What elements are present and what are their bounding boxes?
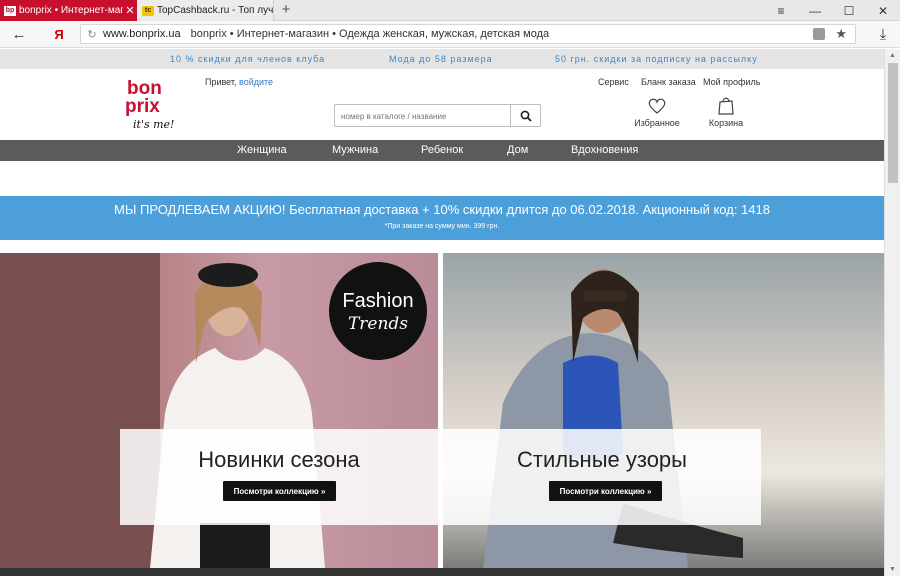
caption-new-season: Новинки сезона Посмотри коллекцию » [120, 429, 438, 525]
fashion-trends-badge[interactable]: Fashion Trends [329, 262, 427, 360]
category-nav: Женщина Мужчина Ребенок Дом Вдохновения [0, 140, 884, 161]
bonprix-logo[interactable]: bon prix it's me! [125, 77, 177, 133]
svg-text:it's me!: it's me! [133, 118, 174, 131]
new-tab-icon[interactable]: + [278, 1, 294, 18]
shopping-bag-icon [718, 97, 734, 115]
scroll-down-icon[interactable]: ▼ [889, 566, 896, 573]
scroll-up-icon[interactable]: ▲ [889, 52, 896, 59]
bookmark-star-icon[interactable]: ★ [835, 26, 847, 42]
my-profile-link[interactable]: Мой профиль [703, 77, 760, 87]
page-bottom-edge [0, 568, 884, 576]
nav-item-women[interactable]: Женщина [237, 144, 287, 156]
badge-line2: Trends [347, 314, 409, 334]
scrollbar-thumb[interactable] [888, 63, 898, 183]
view-collection-button[interactable]: Посмотри коллекцию » [223, 481, 336, 501]
hero-title: Стильные узоры [517, 447, 687, 472]
cart-button[interactable]: Корзина [701, 96, 751, 128]
nav-item-kids[interactable]: Ребенок [421, 144, 463, 156]
promo-banner[interactable]: МЫ ПРОДЛЕВАЕМ АКЦИЮ! Бесплатная доставка… [0, 196, 884, 240]
nav-item-inspiration[interactable]: Вдохновения [571, 144, 638, 156]
browser-toolbar: ← Я ↻ www.bonprix.ua bonprix • Интернет-… [0, 21, 900, 48]
caption-stylish-patterns: Стильные узоры Посмотри коллекцию » [443, 429, 761, 525]
protect-icon[interactable] [813, 28, 825, 40]
address-host: www.bonprix.ua [103, 28, 181, 40]
order-form-link[interactable]: Бланк заказа [641, 77, 696, 87]
search-button[interactable] [510, 105, 540, 126]
view-collection-button[interactable]: Посмотри коллекцию » [549, 481, 662, 501]
promo-newsletter[interactable]: 50 грн. скидки за подписку на рассылку [555, 54, 758, 64]
hero-stylish-patterns[interactable]: Стильные узоры Посмотри коллекцию » [443, 253, 884, 568]
back-arrow-icon[interactable]: ← [8, 24, 30, 44]
tab-close-icon[interactable]: ✕ [123, 4, 137, 17]
download-icon[interactable]: ⤓ [872, 24, 894, 44]
page-scrollbar[interactable]: ▲ ▼ [884, 49, 900, 576]
tab-title: TopCashback.ru - Топ лучши [157, 5, 273, 16]
menu-icon[interactable]: ≡ [764, 0, 798, 21]
search-input[interactable] [341, 109, 507, 123]
minimize-icon[interactable]: — [798, 0, 832, 21]
banner-footnote: *При заказе на сумму мин. 399 грн. [384, 223, 500, 230]
nav-item-men[interactable]: Мужчина [332, 144, 378, 156]
heart-icon [648, 98, 666, 114]
reload-icon[interactable]: ↻ [81, 28, 103, 41]
banner-text: МЫ ПРОДЛЕВАЕМ АКЦИЮ! Бесплатная доставка… [114, 202, 770, 217]
favorites-label: Избранное [634, 118, 680, 128]
maximize-icon[interactable]: ☐ [832, 0, 866, 21]
favorites-button[interactable]: Избранное [632, 96, 682, 128]
bonprix-favicon-icon: bp [4, 5, 16, 16]
hero-title: Новинки сезона [198, 447, 360, 472]
site-header: bon prix it's me! Привет, войдите Сервис… [0, 69, 884, 140]
service-link[interactable]: Сервис [598, 77, 629, 87]
address-page-title: bonprix • Интернет-магазин • Одежда женс… [190, 28, 550, 40]
address-bar[interactable]: ↻ www.bonprix.ua bonprix • Интернет-мага… [80, 24, 856, 44]
promo-plus-size[interactable]: Мода до 58 размера [389, 54, 493, 64]
yandex-icon[interactable]: Я [48, 24, 70, 44]
topcashback-favicon-icon: tc [142, 5, 154, 16]
greeting: Привет, войдите [205, 77, 273, 87]
nav-item-home[interactable]: Дом [507, 144, 528, 156]
search-box [334, 104, 541, 127]
promo-strip: 10 % скидки для членов клуба Мода до 58 … [0, 49, 884, 69]
tab-title: bonprix • Интернет-мага [19, 5, 123, 16]
promo-club-discount[interactable]: 10 % скидки для членов клуба [170, 54, 325, 64]
svg-text:prix: prix [125, 96, 160, 117]
greeting-text: Привет, [205, 77, 237, 87]
cart-label: Корзина [708, 118, 744, 128]
search-icon [520, 110, 532, 122]
close-window-icon[interactable]: ✕ [866, 0, 900, 21]
badge-line1: Fashion [342, 290, 414, 312]
tab-bonprix[interactable]: bp bonprix • Интернет-мага ✕ [0, 0, 137, 21]
login-link[interactable]: войдите [239, 77, 273, 87]
browser-tabstrip: bp bonprix • Интернет-мага ✕ tc TopCashb… [0, 0, 900, 21]
tab-topcashback[interactable]: tc TopCashback.ru - Топ лучши [138, 0, 274, 21]
